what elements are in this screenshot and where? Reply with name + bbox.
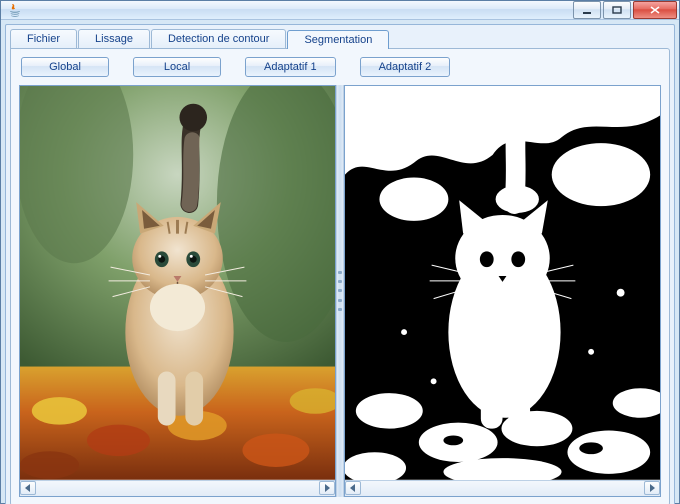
split-divider[interactable] [336, 85, 344, 497]
right-pane [344, 85, 661, 497]
app-window: Fichier Lissage Detection de contour Seg… [0, 0, 680, 504]
adaptatif2-button[interactable]: Adaptatif 2 [360, 57, 451, 77]
tab-bar: Fichier Lissage Detection de contour Seg… [6, 25, 674, 48]
tab-pane-segmentation: Global Local Adaptatif 1 Adaptatif 2 [10, 48, 670, 504]
tab-segmentation[interactable]: Segmentation [287, 30, 389, 49]
adaptatif1-button[interactable]: Adaptatif 1 [245, 57, 336, 77]
window-controls [573, 1, 677, 19]
maximize-button[interactable] [603, 1, 631, 19]
java-icon [7, 2, 23, 18]
titlebar[interactable] [1, 1, 679, 20]
local-button[interactable]: Local [133, 57, 221, 77]
scroll-left-icon[interactable] [345, 481, 361, 495]
global-button[interactable]: Global [21, 57, 109, 77]
right-scrollbar[interactable] [345, 480, 660, 496]
left-pane [19, 85, 336, 497]
split-pane [19, 85, 661, 497]
scroll-right-icon[interactable] [319, 481, 335, 495]
original-image [20, 86, 335, 480]
scroll-track[interactable] [361, 482, 644, 494]
left-scrollbar[interactable] [20, 480, 335, 496]
minimize-button[interactable] [573, 1, 601, 19]
close-button[interactable] [633, 1, 677, 19]
scroll-left-icon[interactable] [20, 481, 36, 495]
tab-detection-contour[interactable]: Detection de contour [151, 29, 287, 48]
tab-lissage[interactable]: Lissage [78, 29, 150, 48]
scroll-track[interactable] [36, 482, 319, 494]
segmented-image [345, 86, 660, 480]
tab-fichier[interactable]: Fichier [10, 29, 77, 48]
button-row: Global Local Adaptatif 1 Adaptatif 2 [19, 57, 661, 77]
scroll-right-icon[interactable] [644, 481, 660, 495]
client-area: Fichier Lissage Detection de contour Seg… [5, 24, 675, 504]
